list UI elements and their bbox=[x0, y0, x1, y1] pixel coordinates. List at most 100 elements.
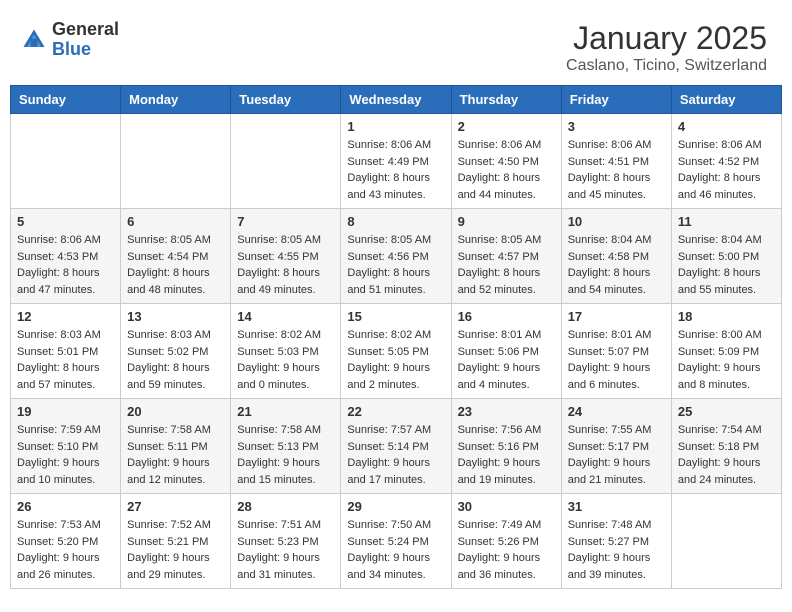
calendar-table: SundayMondayTuesdayWednesdayThursdayFrid… bbox=[10, 85, 782, 589]
day-info: Sunrise: 8:01 AM Sunset: 5:06 PM Dayligh… bbox=[458, 327, 555, 393]
calendar-cell: 19 Sunrise: 7:59 AM Sunset: 5:10 PM Dayli… bbox=[11, 399, 121, 494]
day-info: Sunrise: 7:59 AM Sunset: 5:10 PM Dayligh… bbox=[17, 422, 114, 488]
day-number: 25 bbox=[678, 404, 775, 419]
day-of-week-monday: Monday bbox=[121, 86, 231, 114]
calendar-cell: 26 Sunrise: 7:53 AM Sunset: 5:20 PM Dayli… bbox=[11, 494, 121, 589]
calendar-week-2: 5 Sunrise: 8:06 AM Sunset: 4:53 PM Daylig… bbox=[11, 209, 782, 304]
calendar-cell: 29 Sunrise: 7:50 AM Sunset: 5:24 PM Dayli… bbox=[341, 494, 451, 589]
day-info: Sunrise: 8:04 AM Sunset: 4:58 PM Dayligh… bbox=[568, 232, 665, 298]
day-number: 12 bbox=[17, 309, 114, 324]
day-info: Sunrise: 7:58 AM Sunset: 5:11 PM Dayligh… bbox=[127, 422, 224, 488]
day-info: Sunrise: 7:58 AM Sunset: 5:13 PM Dayligh… bbox=[237, 422, 334, 488]
day-of-week-saturday: Saturday bbox=[671, 86, 781, 114]
day-info: Sunrise: 8:06 AM Sunset: 4:49 PM Dayligh… bbox=[347, 137, 444, 203]
day-number: 1 bbox=[347, 119, 444, 134]
day-info: Sunrise: 7:53 AM Sunset: 5:20 PM Dayligh… bbox=[17, 517, 114, 583]
calendar-cell: 21 Sunrise: 7:58 AM Sunset: 5:13 PM Dayli… bbox=[231, 399, 341, 494]
day-info: Sunrise: 8:01 AM Sunset: 5:07 PM Dayligh… bbox=[568, 327, 665, 393]
day-info: Sunrise: 7:51 AM Sunset: 5:23 PM Dayligh… bbox=[237, 517, 334, 583]
day-info: Sunrise: 8:06 AM Sunset: 4:53 PM Dayligh… bbox=[17, 232, 114, 298]
day-number: 8 bbox=[347, 214, 444, 229]
calendar-cell: 23Sunrise: 7:56 AM Sunset: 5:16 PM Dayli… bbox=[451, 399, 561, 494]
day-info: Sunrise: 8:05 AM Sunset: 4:56 PM Dayligh… bbox=[347, 232, 444, 298]
day-number: 17 bbox=[568, 309, 665, 324]
logo-general: General bbox=[52, 20, 119, 40]
day-info: Sunrise: 8:02 AM Sunset: 5:03 PM Dayligh… bbox=[237, 327, 334, 393]
day-number: 7 bbox=[237, 214, 334, 229]
day-info: Sunrise: 8:06 AM Sunset: 4:52 PM Dayligh… bbox=[678, 137, 775, 203]
calendar-cell: 7 Sunrise: 8:05 AM Sunset: 4:55 PM Daylig… bbox=[231, 209, 341, 304]
day-info: Sunrise: 8:04 AM Sunset: 5:00 PM Dayligh… bbox=[678, 232, 775, 298]
day-info: Sunrise: 8:02 AM Sunset: 5:05 PM Dayligh… bbox=[347, 327, 444, 393]
day-number: 13 bbox=[127, 309, 224, 324]
calendar-cell bbox=[121, 114, 231, 209]
calendar-cell bbox=[11, 114, 121, 209]
day-number: 16 bbox=[458, 309, 555, 324]
day-number: 20 bbox=[127, 404, 224, 419]
day-number: 27 bbox=[127, 499, 224, 514]
day-info: Sunrise: 8:03 AM Sunset: 5:02 PM Dayligh… bbox=[127, 327, 224, 393]
day-number: 30 bbox=[458, 499, 555, 514]
day-number: 10 bbox=[568, 214, 665, 229]
day-number: 2 bbox=[458, 119, 555, 134]
day-number: 24 bbox=[568, 404, 665, 419]
logo-icon bbox=[20, 26, 48, 54]
day-info: Sunrise: 7:50 AM Sunset: 5:24 PM Dayligh… bbox=[347, 517, 444, 583]
day-number: 21 bbox=[237, 404, 334, 419]
calendar-cell bbox=[231, 114, 341, 209]
day-number: 5 bbox=[17, 214, 114, 229]
day-number: 3 bbox=[568, 119, 665, 134]
calendar-cell: 3 Sunrise: 8:06 AM Sunset: 4:51 PM Daylig… bbox=[561, 114, 671, 209]
logo-text: General Blue bbox=[52, 20, 119, 60]
calendar-cell: 24 Sunrise: 7:55 AM Sunset: 5:17 PM Dayli… bbox=[561, 399, 671, 494]
day-number: 11 bbox=[678, 214, 775, 229]
day-number: 26 bbox=[17, 499, 114, 514]
location: Caslano, Ticino, Switzerland bbox=[566, 57, 767, 75]
calendar-cell: 30Sunrise: 7:49 AM Sunset: 5:26 PM Dayli… bbox=[451, 494, 561, 589]
title-area: January 2025 Caslano, Ticino, Switzerlan… bbox=[566, 20, 767, 75]
day-number: 29 bbox=[347, 499, 444, 514]
day-info: Sunrise: 8:03 AM Sunset: 5:01 PM Dayligh… bbox=[17, 327, 114, 393]
calendar-week-5: 26 Sunrise: 7:53 AM Sunset: 5:20 PM Dayli… bbox=[11, 494, 782, 589]
calendar-cell: 22 Sunrise: 7:57 AM Sunset: 5:14 PM Dayli… bbox=[341, 399, 451, 494]
day-info: Sunrise: 7:55 AM Sunset: 5:17 PM Dayligh… bbox=[568, 422, 665, 488]
day-number: 18 bbox=[678, 309, 775, 324]
calendar-cell: 14 Sunrise: 8:02 AM Sunset: 5:03 PM Dayli… bbox=[231, 304, 341, 399]
calendar-cell: 13 Sunrise: 8:03 AM Sunset: 5:02 PM Dayli… bbox=[121, 304, 231, 399]
calendar-cell: 5 Sunrise: 8:06 AM Sunset: 4:53 PM Daylig… bbox=[11, 209, 121, 304]
calendar-cell: 28Sunrise: 7:51 AM Sunset: 5:23 PM Dayli… bbox=[231, 494, 341, 589]
month-title: January 2025 bbox=[566, 20, 767, 57]
day-info: Sunrise: 8:05 AM Sunset: 4:55 PM Dayligh… bbox=[237, 232, 334, 298]
calendar-cell: 18 Sunrise: 8:00 AM Sunset: 5:09 PM Dayli… bbox=[671, 304, 781, 399]
calendar-header-row: SundayMondayTuesdayWednesdayThursdayFrid… bbox=[11, 86, 782, 114]
calendar-cell: 15Sunrise: 8:02 AM Sunset: 5:05 PM Dayli… bbox=[341, 304, 451, 399]
calendar-week-4: 19 Sunrise: 7:59 AM Sunset: 5:10 PM Dayli… bbox=[11, 399, 782, 494]
day-info: Sunrise: 8:00 AM Sunset: 5:09 PM Dayligh… bbox=[678, 327, 775, 393]
calendar-cell: 31 Sunrise: 7:48 AM Sunset: 5:27 PM Dayli… bbox=[561, 494, 671, 589]
day-number: 23 bbox=[458, 404, 555, 419]
day-info: Sunrise: 7:57 AM Sunset: 5:14 PM Dayligh… bbox=[347, 422, 444, 488]
day-info: Sunrise: 7:48 AM Sunset: 5:27 PM Dayligh… bbox=[568, 517, 665, 583]
calendar-cell: 20 Sunrise: 7:58 AM Sunset: 5:11 PM Dayli… bbox=[121, 399, 231, 494]
calendar-cell: 25 Sunrise: 7:54 AM Sunset: 5:18 PM Dayli… bbox=[671, 399, 781, 494]
day-of-week-thursday: Thursday bbox=[451, 86, 561, 114]
calendar-cell: 2 Sunrise: 8:06 AM Sunset: 4:50 PM Daylig… bbox=[451, 114, 561, 209]
calendar-cell: 16 Sunrise: 8:01 AM Sunset: 5:06 PM Dayli… bbox=[451, 304, 561, 399]
day-number: 19 bbox=[17, 404, 114, 419]
page-header: General Blue January 2025 Caslano, Ticin… bbox=[10, 10, 782, 85]
day-number: 9 bbox=[458, 214, 555, 229]
day-info: Sunrise: 8:06 AM Sunset: 4:50 PM Dayligh… bbox=[458, 137, 555, 203]
day-number: 6 bbox=[127, 214, 224, 229]
day-number: 22 bbox=[347, 404, 444, 419]
calendar-cell: 10 Sunrise: 8:04 AM Sunset: 4:58 PM Dayli… bbox=[561, 209, 671, 304]
day-of-week-wednesday: Wednesday bbox=[341, 86, 451, 114]
day-info: Sunrise: 7:54 AM Sunset: 5:18 PM Dayligh… bbox=[678, 422, 775, 488]
calendar-cell: 27Sunrise: 7:52 AM Sunset: 5:21 PM Dayli… bbox=[121, 494, 231, 589]
day-number: 14 bbox=[237, 309, 334, 324]
day-of-week-tuesday: Tuesday bbox=[231, 86, 341, 114]
day-info: Sunrise: 8:05 AM Sunset: 4:57 PM Dayligh… bbox=[458, 232, 555, 298]
calendar-cell: 4Sunrise: 8:06 AM Sunset: 4:52 PM Daylig… bbox=[671, 114, 781, 209]
day-number: 31 bbox=[568, 499, 665, 514]
calendar-cell: 8 Sunrise: 8:05 AM Sunset: 4:56 PM Daylig… bbox=[341, 209, 451, 304]
day-info: Sunrise: 8:06 AM Sunset: 4:51 PM Dayligh… bbox=[568, 137, 665, 203]
